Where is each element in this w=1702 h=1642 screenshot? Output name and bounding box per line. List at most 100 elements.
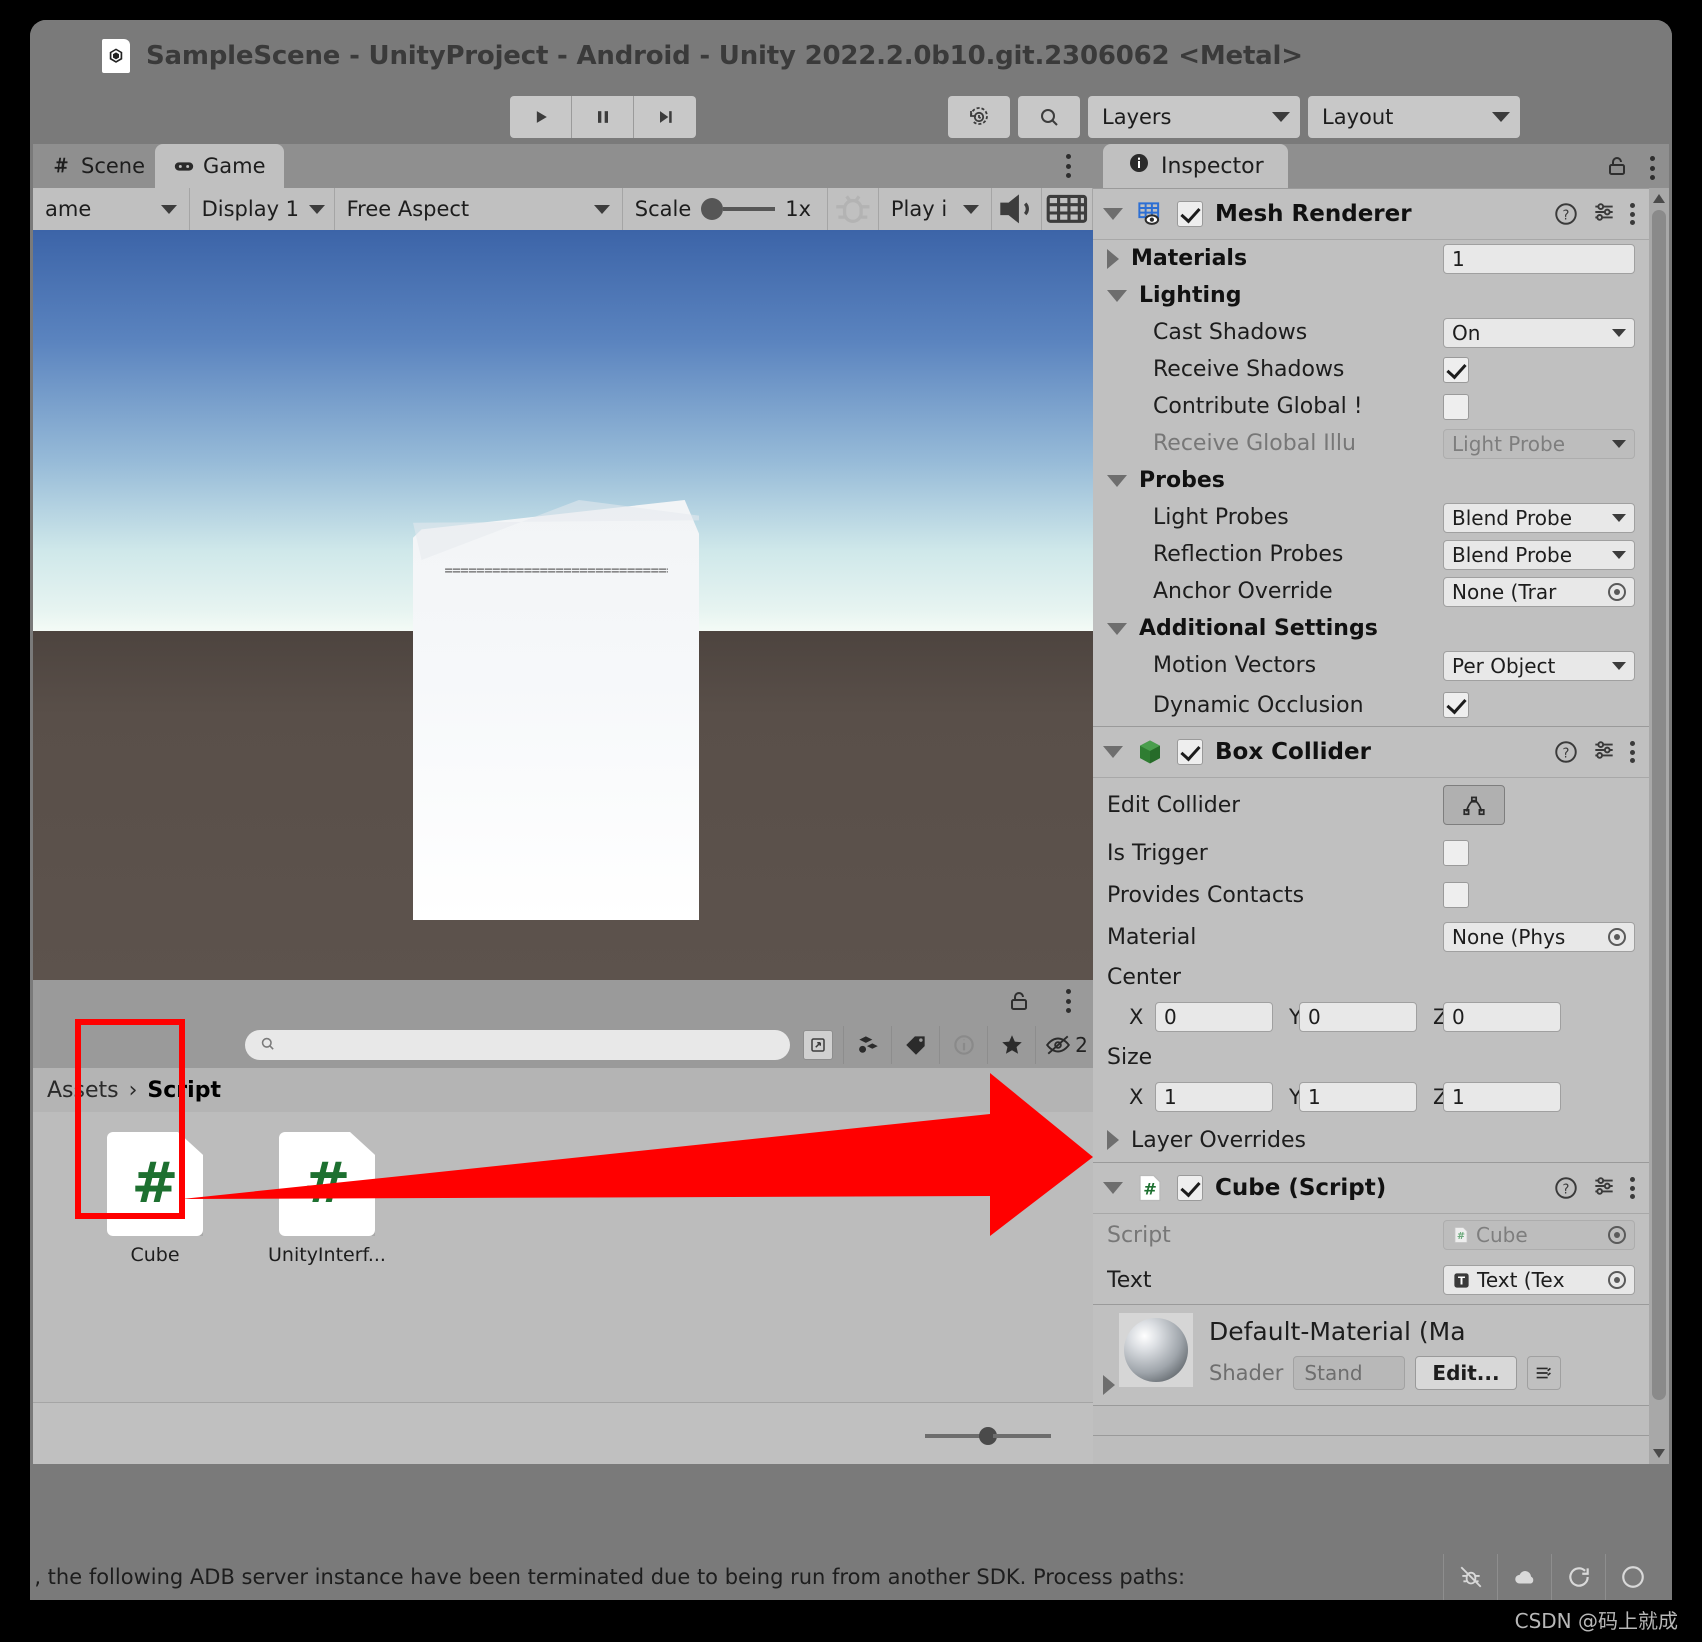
chevron-down-icon[interactable] <box>1103 746 1123 758</box>
row-layer-overrides[interactable]: Layer Overrides <box>1093 1118 1649 1162</box>
scale-slider-control[interactable] <box>701 198 776 220</box>
edit-shader-button[interactable]: Edit... <box>1415 1356 1517 1390</box>
component-header-mesh-renderer[interactable]: Mesh Renderer ? <box>1093 188 1649 240</box>
size-y-field[interactable]: 1 <box>1299 1082 1417 1112</box>
cast-shadows-dropdown[interactable]: On <box>1443 317 1635 348</box>
component-menu-icon[interactable] <box>1629 1177 1635 1199</box>
status-bar[interactable]: d, the following ADB server instance hav… <box>33 1554 1669 1600</box>
refresh-icon[interactable] <box>1551 1554 1605 1600</box>
is-trigger-checkbox[interactable] <box>1443 840 1469 866</box>
step-button[interactable] <box>634 96 696 138</box>
row-receive-shadows[interactable]: Receive Shadows <box>1093 351 1649 388</box>
row-motion-vectors[interactable]: Motion Vectors Per Object <box>1093 647 1649 684</box>
chevron-down-icon[interactable] <box>1107 474 1127 487</box>
preset-icon[interactable] <box>1591 737 1617 767</box>
bug-off-icon[interactable] <box>1443 1554 1497 1600</box>
tab-game[interactable]: Game <box>155 144 284 188</box>
contribute-global-checkbox[interactable] <box>1443 393 1469 420</box>
favorites-star-icon[interactable] <box>987 1026 1035 1064</box>
help-icon[interactable]: ? <box>1553 739 1579 765</box>
label-filter-icon[interactable] <box>891 1026 939 1064</box>
size-z-field[interactable]: 1 <box>1443 1082 1561 1112</box>
asset-zoom-slider[interactable] <box>925 1427 1051 1445</box>
object-picker-icon[interactable] <box>1608 928 1626 946</box>
inspector-scrollbar[interactable] <box>1649 188 1669 1464</box>
bug-icon[interactable] <box>828 188 879 230</box>
settings-list-icon[interactable] <box>1526 1356 1561 1390</box>
search-icon[interactable] <box>1018 96 1080 138</box>
display-dropdown[interactable]: Display 1 <box>190 188 335 230</box>
row-dynamic-occlusion[interactable]: Dynamic Occlusion <box>1093 684 1649 726</box>
layout-dropdown[interactable]: Layout <box>1308 96 1520 138</box>
inspector-menu-icon[interactable] <box>1649 156 1655 180</box>
lock-icon[interactable] <box>1007 989 1031 1013</box>
row-additional-settings[interactable]: Additional Settings <box>1093 610 1649 647</box>
row-lighting[interactable]: Lighting <box>1093 277 1649 314</box>
asset-type-filter-icon[interactable] <box>843 1026 891 1064</box>
chevron-down-icon[interactable] <box>1103 1182 1123 1194</box>
info-filter-icon[interactable] <box>939 1026 987 1064</box>
light-probes-dropdown[interactable]: Blend Probе <box>1443 502 1635 533</box>
hidden-items-indicator[interactable]: 2 <box>1035 1026 1097 1064</box>
row-probes[interactable]: Probes <box>1093 462 1649 499</box>
row-light-probes[interactable]: Light Probes Blend Probе <box>1093 499 1649 536</box>
component-menu-icon[interactable] <box>1629 741 1635 763</box>
center-x-field[interactable]: 0 <box>1155 1002 1273 1032</box>
row-reflection-probes[interactable]: Reflection Probes Blend Probе <box>1093 536 1649 573</box>
component-enabled-checkbox[interactable] <box>1177 201 1203 227</box>
row-provides-contacts[interactable]: Provides Contacts <box>1093 874 1649 916</box>
play-button[interactable] <box>510 96 572 138</box>
search-expand-button[interactable] <box>803 1030 833 1060</box>
materials-count-field[interactable]: 1 <box>1443 243 1635 274</box>
chevron-down-icon[interactable] <box>1107 622 1127 635</box>
row-collider-material[interactable]: Material None (Phys <box>1093 916 1649 958</box>
chevron-right-icon[interactable] <box>1107 1130 1119 1150</box>
slider-knob[interactable] <box>701 198 724 220</box>
receive-shadows-checkbox[interactable] <box>1443 356 1469 383</box>
motion-vectors-dropdown[interactable]: Per Object <box>1443 650 1635 681</box>
pause-button[interactable] <box>572 96 634 138</box>
project-menu-icon[interactable] <box>1065 989 1071 1013</box>
text-object-field[interactable]: T Text (Teх <box>1443 1265 1635 1295</box>
dynamic-occlusion-checkbox[interactable] <box>1443 692 1469 718</box>
edit-collider-button[interactable] <box>1443 785 1505 825</box>
row-text[interactable]: Text T Text (Teх <box>1093 1256 1649 1304</box>
help-icon[interactable]: ? <box>1553 1175 1579 1201</box>
tab-scene[interactable]: Scene <box>33 144 163 188</box>
speaker-icon[interactable] <box>992 188 1043 230</box>
component-header-cube-script[interactable]: # Cube (Script) ? <box>1093 1162 1649 1214</box>
collider-material-object-field[interactable]: None (Phys <box>1443 922 1635 952</box>
preset-icon[interactable] <box>1591 199 1617 229</box>
object-picker-icon[interactable] <box>1608 1271 1626 1289</box>
anchor-override-object-field[interactable]: None (Trar <box>1443 576 1635 607</box>
tab-inspector[interactable]: Inspector <box>1103 144 1288 188</box>
lock-icon[interactable] <box>1605 154 1629 182</box>
play-focused-dropdown[interactable]: Play i <box>879 188 992 230</box>
center-z-field[interactable]: 0 <box>1443 1002 1561 1032</box>
reflection-probes-dropdown[interactable]: Blend Probе <box>1443 539 1635 570</box>
panel-menu-icon[interactable] <box>1065 154 1071 178</box>
row-materials[interactable]: Materials 1 <box>1093 240 1649 277</box>
shader-dropdown[interactable]: Stand <box>1293 1356 1406 1390</box>
row-anchor-override[interactable]: Anchor Override None (Trar <box>1093 573 1649 610</box>
circle-icon[interactable] <box>1605 1554 1659 1600</box>
grid-icon[interactable] <box>1042 188 1094 230</box>
asset-item-unityinterface[interactable]: # UnityInterf... <box>267 1132 387 1402</box>
search-input[interactable] <box>245 1030 790 1060</box>
chevron-right-icon[interactable] <box>1107 248 1119 269</box>
component-enabled-checkbox[interactable] <box>1177 739 1203 765</box>
component-enabled-checkbox[interactable] <box>1177 1175 1203 1201</box>
row-contribute-global[interactable]: Contribute Global ! <box>1093 388 1649 425</box>
row-is-trigger[interactable]: Is Trigger <box>1093 832 1649 874</box>
object-picker-icon[interactable] <box>1608 582 1626 601</box>
scrollbar-thumb[interactable] <box>1652 210 1666 1400</box>
component-menu-icon[interactable] <box>1629 203 1635 225</box>
center-y-field[interactable]: 0 <box>1299 1002 1417 1032</box>
cloud-icon[interactable] <box>1497 1554 1551 1600</box>
scale-slider[interactable]: Scale 1x <box>623 188 829 230</box>
preset-icon[interactable] <box>1591 1173 1617 1203</box>
scroll-down-icon[interactable] <box>1653 1449 1665 1458</box>
layers-dropdown[interactable]: Layers <box>1088 96 1300 138</box>
chevron-down-icon[interactable] <box>1103 208 1123 220</box>
aspect-dropdown[interactable]: Free Aspect <box>335 188 623 230</box>
